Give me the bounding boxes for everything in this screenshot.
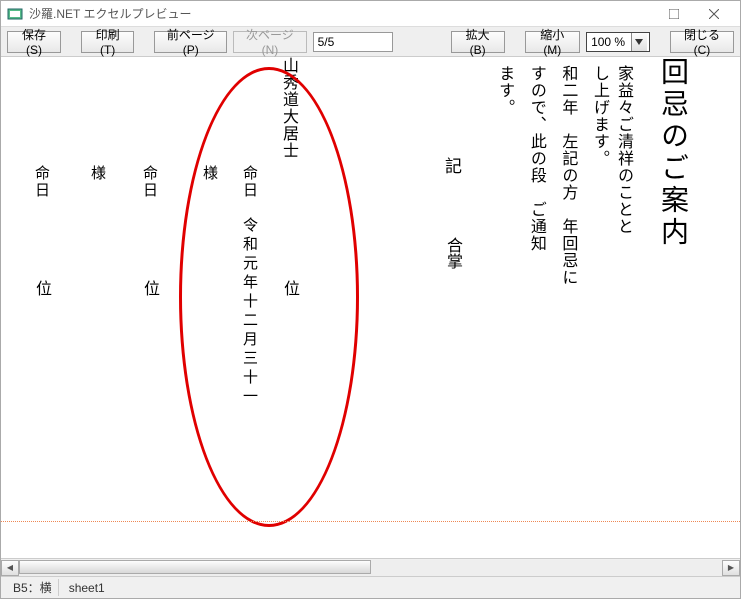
sama-label-2: 様 [87,165,108,182]
dropdown-arrow-icon [631,33,647,51]
doc-title: 回忌のご案内 [652,57,692,249]
print-button[interactable]: 印刷(T) [81,31,134,53]
scroll-left-icon[interactable]: ◀ [1,560,19,576]
zoom-out-button[interactable]: 縮小(M) [525,31,581,53]
close-preview-button[interactable]: 閉じる(C) [670,31,734,53]
next-page-button: 次ページ(N) [233,31,306,53]
zoom-value: 100 % [591,35,625,49]
doc-name: 山秀道大居士 [276,57,300,159]
status-bar: B5：横 sheet1 [1,576,740,598]
title-bar: 沙羅.NET エクセルプレビュー [1,1,740,27]
meinichi-label-3: 命日 [31,165,52,199]
minimize-button[interactable] [614,2,654,26]
position-unit-2: 位 [144,275,160,299]
page-break-line [1,521,740,522]
red-annotation-circle [179,67,359,527]
scroll-track[interactable] [19,560,722,576]
maximize-button[interactable] [654,2,694,26]
doc-gassho: 合掌 [440,237,464,269]
doc-body-2: し上げます。 和二年 左記の方 年回忌に すので、此の段 ご通知 ます。 [486,65,612,286]
horizontal-scrollbar[interactable]: ◀ ▶ [1,558,740,576]
position-unit-1: 位 [284,275,300,299]
sama-label-1: 様 [199,165,220,182]
zoom-select[interactable]: 100 % [586,32,650,52]
doc-ki: 記 [439,157,464,178]
save-button[interactable]: 保存(S) [7,31,61,53]
app-icon [7,6,23,22]
status-sheet: sheet1 [69,581,105,595]
zoom-in-button[interactable]: 拡大(B) [451,31,505,53]
prev-page-button[interactable]: 前ページ(P) [154,31,227,53]
preview-area: 回忌のご案内 家益々ご清祥のことと し上げます。 和二年 左記の方 年回忌に す… [1,57,740,558]
position-unit-3: 位 [36,275,52,299]
status-cell: B5：横 [7,579,59,596]
doc-body-1: 家益々ご清祥のことと [610,65,636,235]
meinichi-label-1: 命日 [239,165,260,199]
window-title: 沙羅.NET エクセルプレビュー [29,5,191,22]
close-button[interactable] [694,2,734,26]
scroll-right-icon[interactable]: ▶ [722,560,740,576]
page-field[interactable] [313,32,393,52]
scroll-thumb[interactable] [19,560,371,574]
date-col: 令和元年十二月三十一 [239,217,260,407]
meinichi-label-2: 命日 [139,165,160,199]
toolbar: 保存(S) 印刷(T) 前ページ(P) 次ページ(N) 拡大(B) 縮小(M) … [1,27,740,57]
